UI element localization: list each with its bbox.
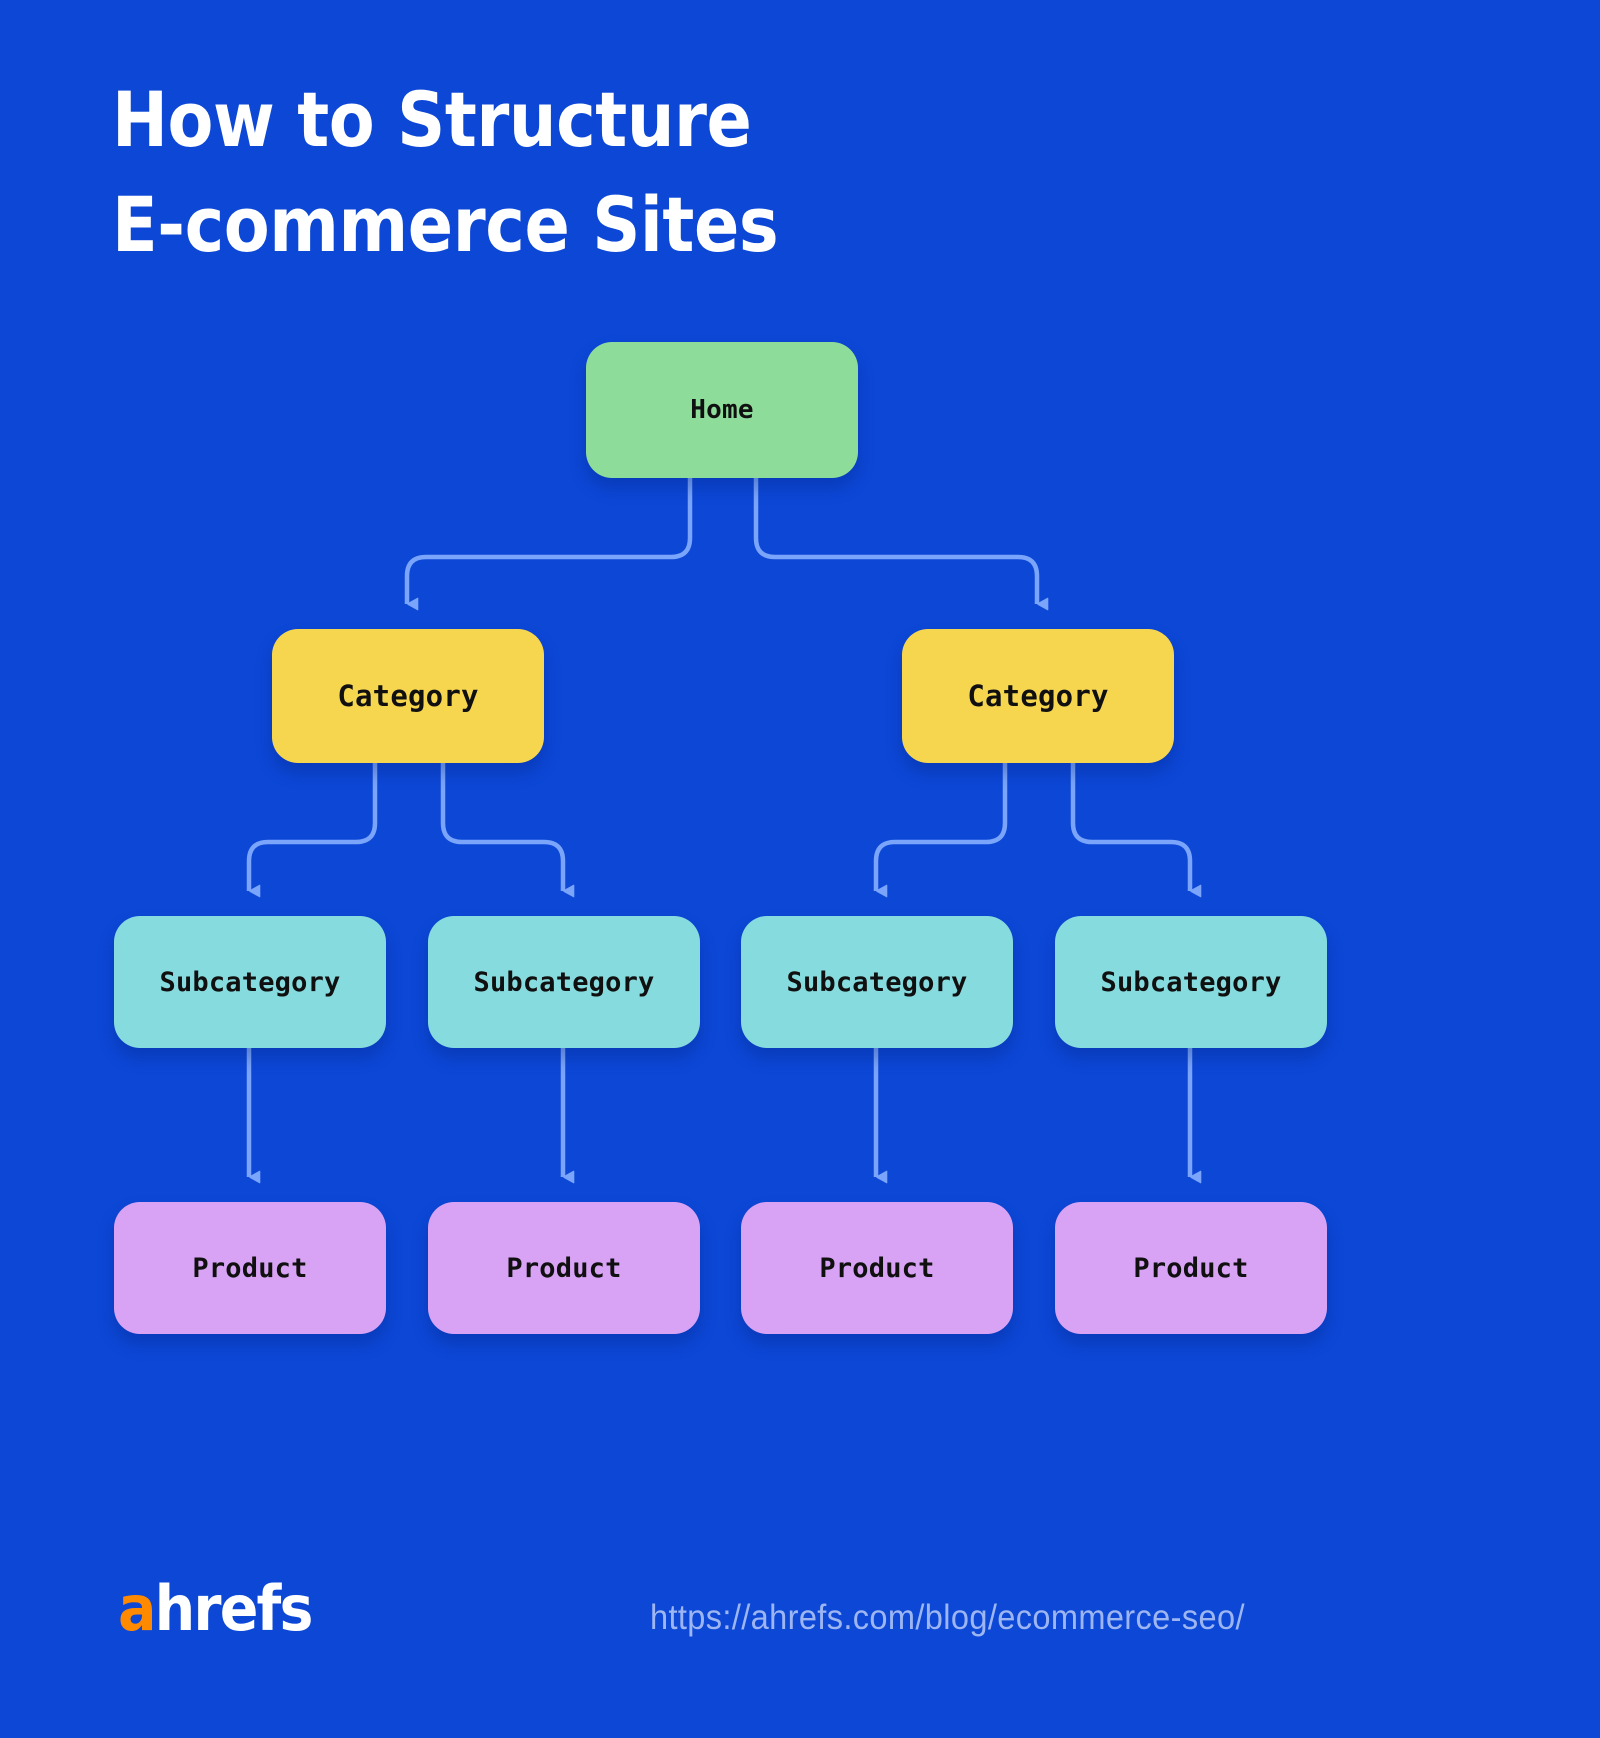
node-subcategory-3[interactable]: Subcategory — [741, 916, 1013, 1048]
node-subcategory-2[interactable]: Subcategory — [428, 916, 700, 1048]
page-title: How to Structure E-commerce Sites — [112, 68, 1080, 278]
node-product-1-label: Product — [192, 1252, 308, 1284]
edge-home-category-right — [753, 478, 1049, 611]
node-product-4[interactable]: Product — [1055, 1202, 1327, 1334]
node-product-4-label: Product — [1133, 1252, 1249, 1284]
node-subcategory-3-label: Subcategory — [786, 966, 968, 998]
node-category-2-label: Category — [967, 679, 1109, 713]
node-subcategory-1-label: Subcategory — [159, 966, 341, 998]
node-home-label: Home — [690, 395, 754, 425]
node-category-1-label: Category — [337, 679, 479, 713]
node-home[interactable]: Home — [586, 342, 858, 478]
source-url[interactable]: https://ahrefs.com/blog/ecommerce-seo/ — [650, 1598, 1357, 1638]
node-subcategory-2-label: Subcategory — [473, 966, 655, 998]
edge-home-category-left — [404, 478, 693, 611]
node-product-2-label: Product — [506, 1252, 622, 1284]
edge-category1-sub2 — [440, 763, 575, 898]
ahrefs-logo-accent: a — [118, 1572, 156, 1645]
node-subcategory-4-label: Subcategory — [1100, 966, 1282, 998]
node-product-2[interactable]: Product — [428, 1202, 700, 1334]
node-product-3-label: Product — [819, 1252, 935, 1284]
title-line-2: E-commerce Sites — [112, 179, 779, 269]
edge-category1-sub1 — [246, 763, 378, 898]
node-product-1[interactable]: Product — [114, 1202, 386, 1334]
infographic-canvas: How to Structure E-commerce Sites Home C… — [0, 0, 1600, 1738]
node-subcategory-4[interactable]: Subcategory — [1055, 916, 1327, 1048]
node-subcategory-1[interactable]: Subcategory — [114, 916, 386, 1048]
edge-category2-sub3 — [873, 763, 1008, 898]
node-category-2[interactable]: Category — [902, 629, 1174, 763]
ahrefs-logo: ahrefs — [118, 1578, 313, 1640]
node-product-3[interactable]: Product — [741, 1202, 1013, 1334]
ahrefs-logo-text: hrefs — [154, 1572, 314, 1645]
node-category-1[interactable]: Category — [272, 629, 544, 763]
edge-category2-sub4 — [1070, 763, 1202, 898]
title-line-1: How to Structure — [112, 75, 752, 164]
